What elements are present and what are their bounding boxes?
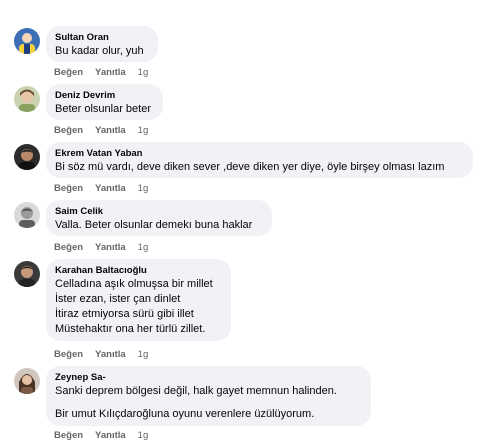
comment-bubble: Saim Celik Valla. Beter olsunlar demekı … [46, 200, 272, 236]
like-button[interactable]: Beğen [54, 349, 83, 360]
comment-timestamp[interactable]: 1g [138, 183, 149, 194]
comment-text: Celladına aşık olmuşsa bir millet [55, 278, 213, 290]
comment-text: Müstehaktır ona her türlü zillet. [55, 323, 206, 335]
comment-text [55, 399, 362, 407]
comment-author[interactable]: Sultan Oran [55, 31, 149, 44]
like-button[interactable]: Beğen [54, 67, 83, 78]
avatar-sultan-icon [14, 28, 40, 54]
reply-button[interactable]: Yanıtla [95, 242, 126, 253]
avatar-zeynep-icon [14, 368, 40, 394]
comment-bubble: Ekrem Vatan Yaban Bi söz mü vardı, deve … [46, 142, 473, 178]
reply-button[interactable]: Yanıtla [95, 67, 126, 78]
comment-author[interactable]: Deniz Devrim [55, 89, 154, 102]
comment-text: Beter olsunlar beter [55, 103, 151, 115]
comment-text: Bir umut Kılıçdaroğluna oyunu verenlere … [55, 408, 315, 420]
comment-text: Bu kadar olur, yuh [55, 45, 144, 57]
comment-actions: Beğen Yanıtla 1g [54, 242, 148, 254]
avatar-deniz-icon [14, 86, 40, 112]
comment-bubble: Sultan Oran Bu kadar olur, yuh [46, 26, 158, 62]
comment-timestamp[interactable]: 1g [138, 67, 149, 78]
comment-text: İtiraz etmiyorsa sürü gibi illet [55, 308, 194, 320]
comment-actions: Beğen Yanıtla 1g [54, 125, 148, 137]
comment-text: Valla. Beter olsunlar demekı buna haklar [55, 219, 253, 231]
avatar-ekrem-icon [14, 144, 40, 170]
comment-timestamp[interactable]: 1g [138, 430, 149, 441]
comment-actions: Beğen Yanıtla 1g [54, 430, 148, 442]
comment-bubble: Deniz Devrim Beter olsunlar beter [46, 84, 163, 120]
avatar[interactable] [14, 28, 40, 54]
avatar[interactable] [14, 261, 40, 287]
comment-text: Bi söz mü vardı, deve diken sever ,deve … [55, 161, 445, 173]
like-button[interactable]: Beğen [54, 183, 83, 194]
comment-author[interactable]: Karahan Baltacıoğlu [55, 264, 222, 277]
comment-author[interactable]: Ekrem Vatan Yaban [55, 147, 464, 160]
comment-text: Sanki deprem bölgesi değil, halk gayet m… [55, 385, 337, 397]
like-button[interactable]: Beğen [54, 430, 83, 441]
avatar-karahan-icon [14, 261, 40, 287]
avatar[interactable] [14, 202, 40, 228]
like-button[interactable]: Beğen [54, 242, 83, 253]
avatar[interactable] [14, 368, 40, 394]
comment-text: İster ezan, ister çan dinlet [55, 293, 181, 305]
comment-timestamp[interactable]: 1g [138, 242, 149, 253]
comment-author[interactable]: Zeynep Sa- [55, 371, 362, 384]
comment-bubble: Karahan Baltacıoğlu Celladına aşık olmuş… [46, 259, 231, 341]
reply-button[interactable]: Yanıtla [95, 430, 126, 441]
avatar-saim-icon [14, 202, 40, 228]
reply-button[interactable]: Yanıtla [95, 183, 126, 194]
comment-actions: Beğen Yanıtla 1g [54, 349, 148, 361]
like-button[interactable]: Beğen [54, 125, 83, 136]
reply-button[interactable]: Yanıtla [95, 125, 126, 136]
avatar[interactable] [14, 86, 40, 112]
reply-button[interactable]: Yanıtla [95, 349, 126, 360]
comment-timestamp[interactable]: 1g [138, 125, 149, 136]
avatar[interactable] [14, 144, 40, 170]
comment-author[interactable]: Saim Celik [55, 205, 263, 218]
comment-actions: Beğen Yanıtla 1g [54, 183, 148, 195]
comment-bubble: Zeynep Sa- Sanki deprem bölgesi değil, h… [46, 366, 371, 426]
comment-timestamp[interactable]: 1g [138, 349, 149, 360]
comment-actions: Beğen Yanıtla 1g [54, 67, 148, 79]
